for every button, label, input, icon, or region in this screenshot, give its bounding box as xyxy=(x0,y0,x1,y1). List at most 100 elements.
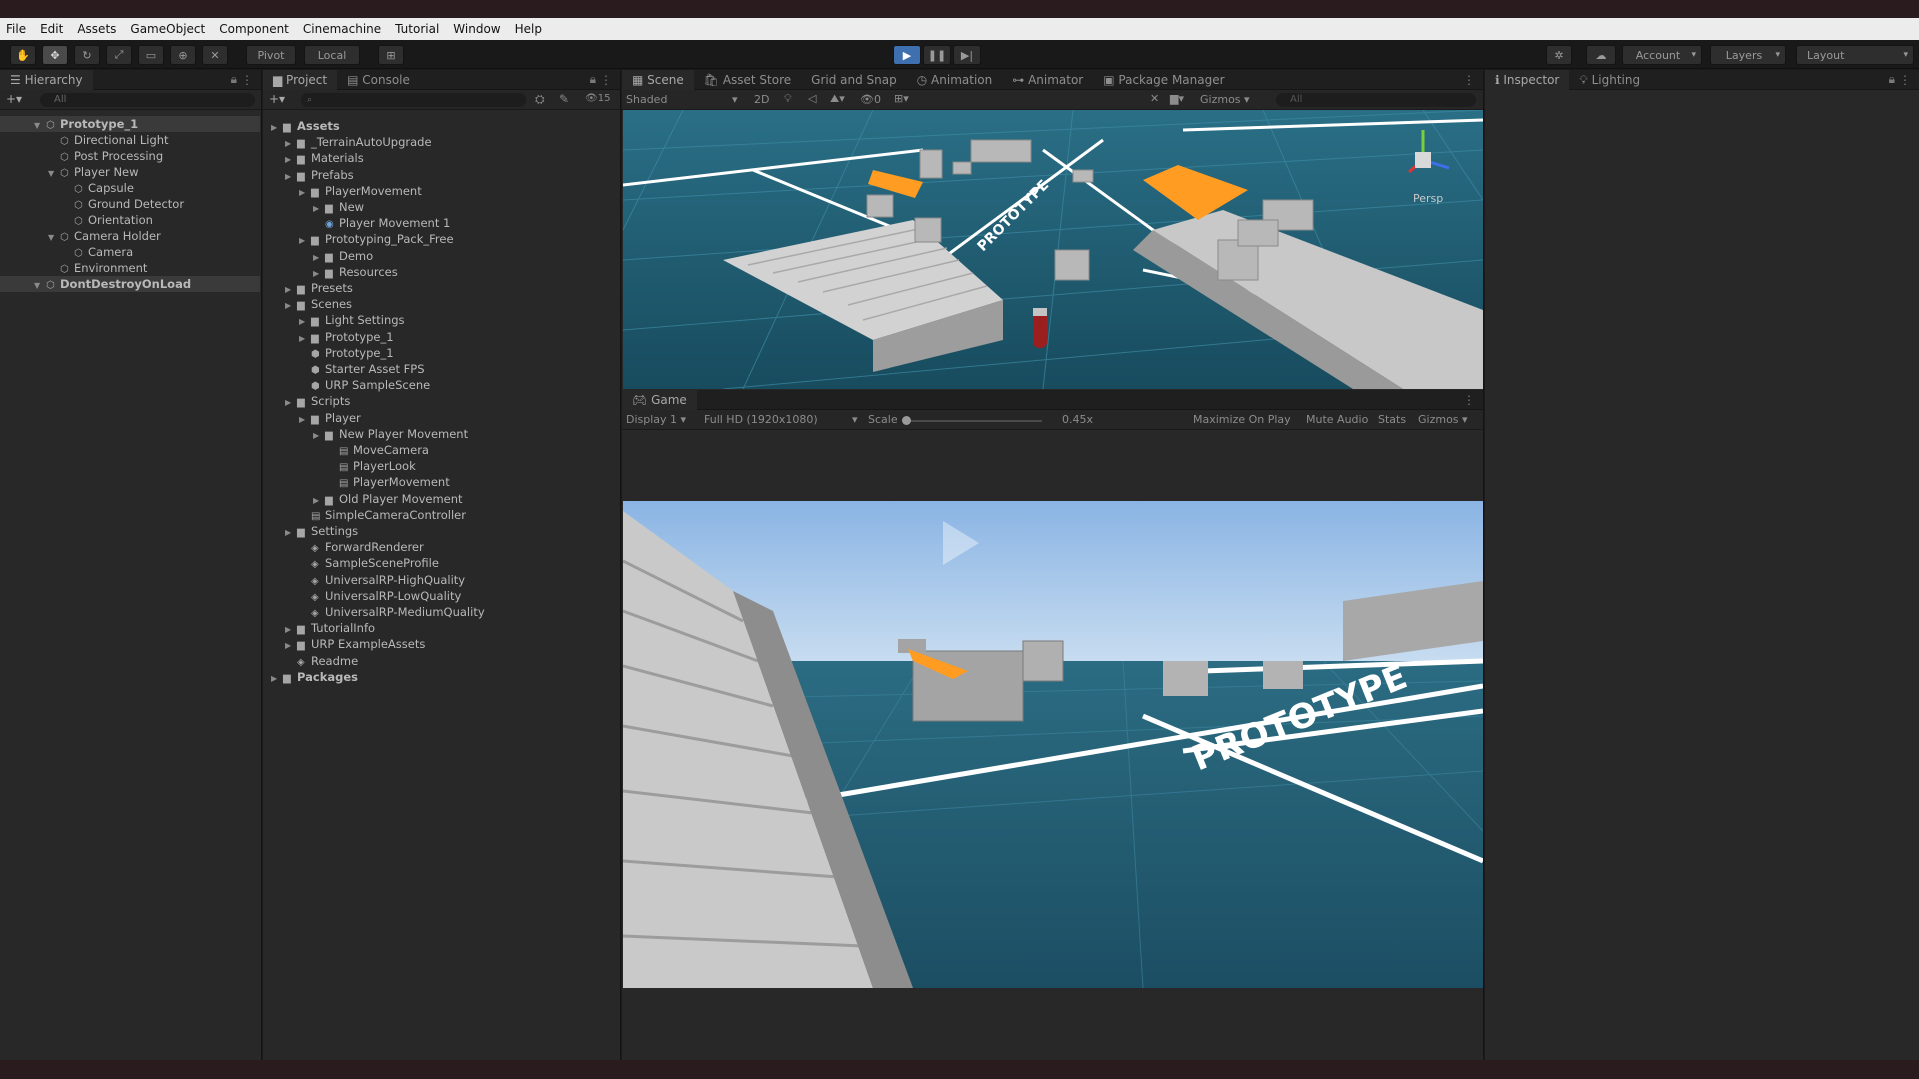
hierarchy-search-input[interactable]: All xyxy=(40,93,255,107)
custom-tool-icon[interactable]: ✕ xyxy=(202,45,228,65)
project-item[interactable]: ▶ ▆ Scripts xyxy=(263,393,619,409)
project-item[interactable]: ▶ ▆ Settings xyxy=(263,523,619,539)
hierarchy-item[interactable]: ⬡ Camera xyxy=(0,244,260,260)
grid-snap-icon[interactable]: ⊞ xyxy=(378,45,404,65)
rect-tool-icon[interactable]: ▭ xyxy=(138,45,164,65)
project-search-input[interactable]: ⌕ xyxy=(301,93,526,107)
tab-hierarchy[interactable]: ☰ Hierarchy xyxy=(0,69,93,90)
hierarchy-item[interactable]: ▼ ⬡ Player New xyxy=(0,164,260,180)
project-item[interactable]: ▶ ▆ Resources xyxy=(263,264,619,280)
display-dropdown[interactable]: Display 1 ▾ xyxy=(626,413,686,426)
hierarchy-item[interactable]: ⬡ Ground Detector xyxy=(0,196,260,212)
project-item[interactable]: ◈ UniversalRP-HighQuality xyxy=(263,572,619,588)
project-item[interactable]: ▶ ▆ New Player Movement xyxy=(263,426,619,442)
more-menu-icon[interactable]: ⋮ xyxy=(600,73,612,87)
tab-scene[interactable]: ▦ Scene xyxy=(622,69,694,90)
project-item[interactable]: ▤ SimpleCameraController xyxy=(263,507,619,523)
shading-mode-dropdown[interactable]: Shaded ▾ xyxy=(626,93,738,106)
project-item[interactable]: ⬢ URP SampleScene xyxy=(263,377,619,393)
local-toggle[interactable]: Local xyxy=(304,45,360,65)
hierarchy-item[interactable]: ▼ ⬡ Camera Holder xyxy=(0,228,260,244)
transform-tool-icon[interactable]: ⊕ xyxy=(170,45,196,65)
project-item[interactable]: ▤ PlayerLook xyxy=(263,458,619,474)
maximize-on-play-toggle[interactable]: Maximize On Play xyxy=(1193,413,1291,426)
menu-help[interactable]: Help xyxy=(515,22,542,36)
tab-project[interactable]: ▆ Project xyxy=(263,69,338,90)
menu-tutorial[interactable]: Tutorial xyxy=(395,22,439,36)
menu-assets[interactable]: Assets xyxy=(77,22,116,36)
project-item[interactable]: ▶ ▆ _TerrainAutoUpgrade xyxy=(263,134,619,150)
menu-cinemachine[interactable]: Cinemachine xyxy=(303,22,381,36)
hand-tool-icon[interactable]: ✋ xyxy=(10,45,36,65)
game-viewport[interactable]: PROTOTYPE xyxy=(623,501,1483,988)
chevron-icon[interactable]: ▶ xyxy=(271,671,283,687)
cloud-icon[interactable]: ☁ xyxy=(1586,45,1616,65)
add-icon[interactable]: +▾ xyxy=(269,92,285,106)
hierarchy-item[interactable]: ▼ ⬡ DontDestroyOnLoad xyxy=(0,276,260,292)
more-menu-icon[interactable]: ⋮ xyxy=(1463,393,1475,407)
pause-button[interactable]: ❚❚ xyxy=(923,45,951,65)
project-item[interactable]: ▶ ▆ Prefabs xyxy=(263,167,619,183)
project-item[interactable]: ◈ UniversalRP-MediumQuality xyxy=(263,604,619,620)
tab-animation[interactable]: ◷ Animation xyxy=(907,70,1002,90)
menu-window[interactable]: Window xyxy=(453,22,500,36)
hidden-objects-counter[interactable]: 👁︎0 xyxy=(860,93,881,106)
lock-icon[interactable]: 🔒︎ xyxy=(1889,72,1895,87)
tab-inspector[interactable]: ℹ Inspector xyxy=(1485,69,1570,90)
scene-viewport[interactable]: PROTOTYPE Persp xyxy=(623,110,1483,389)
project-item[interactable]: ◉ Player Movement 1 xyxy=(263,215,619,231)
tab-grid-and-snap[interactable]: Grid and Snap xyxy=(801,70,907,90)
effects-toggle-icon[interactable]: ⛰︎▾ xyxy=(830,92,845,106)
scene-search-input[interactable]: All xyxy=(1276,93,1476,107)
scale-slider-handle[interactable] xyxy=(902,416,911,425)
project-item[interactable]: ▶ ▆ Prototyping_Pack_Free xyxy=(263,231,619,247)
project-item[interactable]: ▶ ▆ Presets xyxy=(263,280,619,296)
more-menu-icon[interactable]: ⋮ xyxy=(1899,73,1911,87)
project-item[interactable]: ◈ ForwardRenderer xyxy=(263,539,619,555)
project-item[interactable]: ▶ ▆ Light Settings xyxy=(263,312,619,328)
play-button[interactable]: ▶ xyxy=(893,45,921,65)
lighting-toggle-icon[interactable]: 💡︎ xyxy=(784,92,792,106)
tab-console[interactable]: ▤ Console xyxy=(337,70,420,90)
tab-lighting[interactable]: 💡︎ Lighting xyxy=(1569,70,1650,90)
hierarchy-item[interactable]: ⬡ Environment xyxy=(0,260,260,276)
move-tool-icon[interactable]: ✥ xyxy=(42,45,68,65)
project-item[interactable]: ▶ ▆ Assets xyxy=(263,118,619,134)
hierarchy-item[interactable]: ▼ ⬡ Prototype_1 xyxy=(0,116,260,132)
project-item[interactable]: ▶ ▆ New xyxy=(263,199,619,215)
toggle-2d-button[interactable]: 2D xyxy=(754,93,769,106)
camera-icon[interactable]: ▆▾ xyxy=(1170,92,1184,105)
scale-tool-icon[interactable]: ⤢ xyxy=(106,45,132,65)
layers-dropdown[interactable]: Layers xyxy=(1710,45,1786,65)
project-item[interactable]: ▶ ▆ PlayerMovement xyxy=(263,183,619,199)
mute-audio-toggle[interactable]: Mute Audio xyxy=(1306,413,1368,426)
pivot-toggle[interactable]: Pivot xyxy=(246,45,296,65)
more-menu-icon[interactable]: ⋮ xyxy=(241,73,253,87)
project-item[interactable]: ▶ ▆ Prototype_1 xyxy=(263,329,619,345)
project-item[interactable]: ◈ UniversalRP-LowQuality xyxy=(263,588,619,604)
project-item[interactable]: ▶ ▆ Demo xyxy=(263,248,619,264)
tab-game[interactable]: 🎮︎ Game xyxy=(622,389,697,410)
project-item[interactable]: ▶ ▆ Materials xyxy=(263,150,619,166)
project-item[interactable]: ⬢ Prototype_1 xyxy=(263,345,619,361)
project-item[interactable]: ◈ SampleSceneProfile xyxy=(263,555,619,571)
lock-icon[interactable]: 🔒︎ xyxy=(231,72,237,87)
hidden-packages-counter[interactable]: 👁︎15 xyxy=(585,93,610,104)
tab-asset-store[interactable]: 🛍︎ Asset Store xyxy=(694,70,801,90)
project-item[interactable]: ⬢ Starter Asset FPS xyxy=(263,361,619,377)
collab-icon[interactable]: ✲ xyxy=(1546,45,1572,65)
audio-toggle-icon[interactable]: ◁ xyxy=(808,92,816,105)
filter-label-icon[interactable]: ✎ xyxy=(559,92,569,106)
project-item[interactable]: ▶ ▆ Player xyxy=(263,410,619,426)
project-item[interactable]: ▶ ▆ Old Player Movement xyxy=(263,491,619,507)
project-item[interactable]: ▤ MoveCamera xyxy=(263,442,619,458)
hierarchy-item[interactable]: ⬡ Orientation xyxy=(0,212,260,228)
stats-toggle[interactable]: Stats xyxy=(1378,413,1406,426)
account-dropdown[interactable]: Account xyxy=(1622,45,1702,65)
tab-animator[interactable]: ⊶ Animator xyxy=(1002,70,1093,90)
menu-gameobject[interactable]: GameObject xyxy=(130,22,205,36)
hierarchy-item[interactable]: ⬡ Post Processing xyxy=(0,148,260,164)
layout-dropdown[interactable]: Layout xyxy=(1796,45,1914,65)
persp-label[interactable]: Persp xyxy=(1413,192,1443,205)
project-item[interactable]: ▶ ▆ URP ExampleAssets xyxy=(263,636,619,652)
